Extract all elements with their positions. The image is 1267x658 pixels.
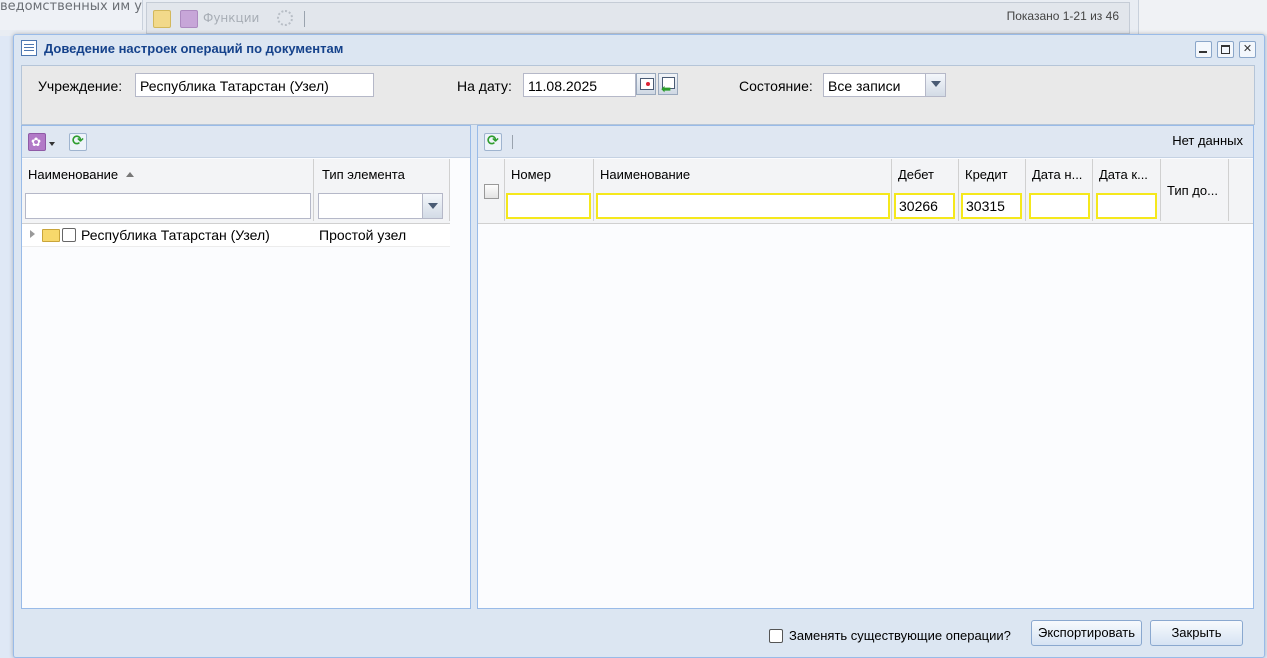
tree-row-name: Республика Татарстан (Узел): [81, 227, 270, 243]
col-doc-type[interactable]: Тип до...: [1161, 159, 1229, 221]
col-number-title: Номер: [511, 167, 552, 182]
close-icon[interactable]: ✕: [1239, 41, 1256, 58]
state-label: Состояние:: [739, 78, 813, 94]
col-doc-type-title: Тип до...: [1167, 183, 1218, 198]
functions-menu[interactable]: Функции: [203, 11, 259, 25]
col-date-start-title: Дата н...: [1032, 167, 1083, 182]
filter-bar: Учреждение: Республика Татарстан (Узел) …: [21, 65, 1255, 125]
background-tab[interactable]: ведомственных им у: [0, 0, 143, 30]
minimize-icon[interactable]: [1195, 41, 1212, 58]
left-toolbar: [22, 126, 470, 158]
maximize-icon[interactable]: [1217, 41, 1234, 58]
chevron-down-icon: [931, 81, 941, 87]
name-filter-input[interactable]: [25, 193, 311, 219]
tree-header: Наименование Тип элемента: [22, 159, 450, 224]
refresh-button[interactable]: [69, 133, 87, 151]
gear-icon[interactable]: [180, 10, 198, 28]
col-name-title: Наименование: [28, 167, 119, 182]
col-date-end[interactable]: Дата к...: [1093, 159, 1161, 221]
number-filter-input[interactable]: [506, 193, 591, 219]
chevron-down-icon: [428, 203, 438, 209]
tree-row-type: Простой узел: [319, 227, 407, 243]
credit-filter-input[interactable]: 30315: [961, 193, 1022, 219]
operations-settings-window: Доведение настроек операций по документа…: [13, 34, 1265, 658]
name-filter-input[interactable]: [596, 193, 890, 219]
col-debit[interactable]: Дебет 30266: [892, 159, 959, 221]
col-number[interactable]: Номер: [505, 159, 594, 221]
replace-operations-checkbox[interactable]: [769, 629, 783, 643]
close-button[interactable]: Закрыть: [1150, 620, 1243, 646]
institution-label: Учреждение:: [38, 78, 123, 94]
background-toolbar: Функции Показано 1-21 из 46: [146, 2, 1130, 34]
date-end-filter-input[interactable]: [1096, 193, 1157, 219]
no-data-label: Нет данных: [1172, 133, 1243, 148]
right-toolbar: Нет данных: [478, 126, 1253, 158]
col-name-title: Наименование: [600, 167, 691, 182]
export-button[interactable]: Экспортировать: [1031, 620, 1142, 646]
date-start-filter-input[interactable]: [1029, 193, 1090, 219]
state-select[interactable]: Все записи: [823, 73, 926, 97]
date-field[interactable]: 11.08.2025: [523, 73, 636, 97]
grid-header: Номер Наименование Дебет 30266 Кредит 30…: [478, 159, 1253, 224]
background-right-area: [1138, 0, 1267, 34]
clear-date-icon[interactable]: ⬅: [658, 73, 678, 95]
institution-field[interactable]: Республика Татарстан (Узел): [135, 73, 374, 97]
col-type[interactable]: Тип элемента: [314, 159, 450, 221]
col-credit-title: Кредит: [965, 167, 1008, 182]
window-list-icon: [21, 40, 37, 56]
date-label: На дату:: [457, 78, 512, 94]
type-filter-trigger[interactable]: [422, 193, 443, 219]
expand-arrow-icon[interactable]: [30, 230, 35, 238]
folder-icon: [42, 229, 60, 242]
row-checkbox[interactable]: [62, 228, 76, 242]
col-select-all: [478, 159, 505, 221]
col-debit-title: Дебет: [898, 167, 934, 182]
type-filter-select[interactable]: [318, 193, 423, 219]
toolbar-separator: [304, 11, 305, 27]
refresh-button[interactable]: [484, 133, 502, 151]
tree-row[interactable]: Республика Татарстан (Узел) Простой узел: [22, 224, 450, 247]
operations-grid-panel: Нет данных Номер Наименование Дебет 3026…: [477, 125, 1254, 609]
debit-filter-input[interactable]: 30266: [894, 193, 955, 219]
col-name[interactable]: Наименование: [22, 159, 314, 221]
shown-count: Показано 1-21 из 46: [1006, 9, 1119, 23]
calendar-icon[interactable]: [636, 73, 656, 95]
toolbar-separator: [512, 135, 513, 149]
loading-icon: [277, 10, 293, 26]
replace-operations-label: Заменять существующие операции?: [789, 628, 1011, 643]
col-name[interactable]: Наименование: [594, 159, 892, 221]
edit-icon[interactable]: [153, 10, 171, 28]
col-type-title: Тип элемента: [322, 167, 405, 182]
col-date-end-title: Дата к...: [1099, 167, 1148, 182]
state-dropdown-trigger[interactable]: [925, 73, 946, 97]
window-title: Доведение настроек операций по документа…: [44, 41, 344, 56]
col-credit[interactable]: Кредит 30315: [959, 159, 1026, 221]
select-all-checkbox[interactable]: [484, 184, 499, 199]
col-date-start[interactable]: Дата н...: [1026, 159, 1093, 221]
sort-asc-icon: [126, 172, 134, 177]
window-header: Доведение настроек операций по документа…: [14, 35, 1264, 61]
institutions-tree-panel: Наименование Тип элемента Республика Тат…: [21, 125, 471, 609]
caret-down-icon[interactable]: [49, 142, 55, 146]
gear-menu-button[interactable]: [28, 133, 46, 151]
